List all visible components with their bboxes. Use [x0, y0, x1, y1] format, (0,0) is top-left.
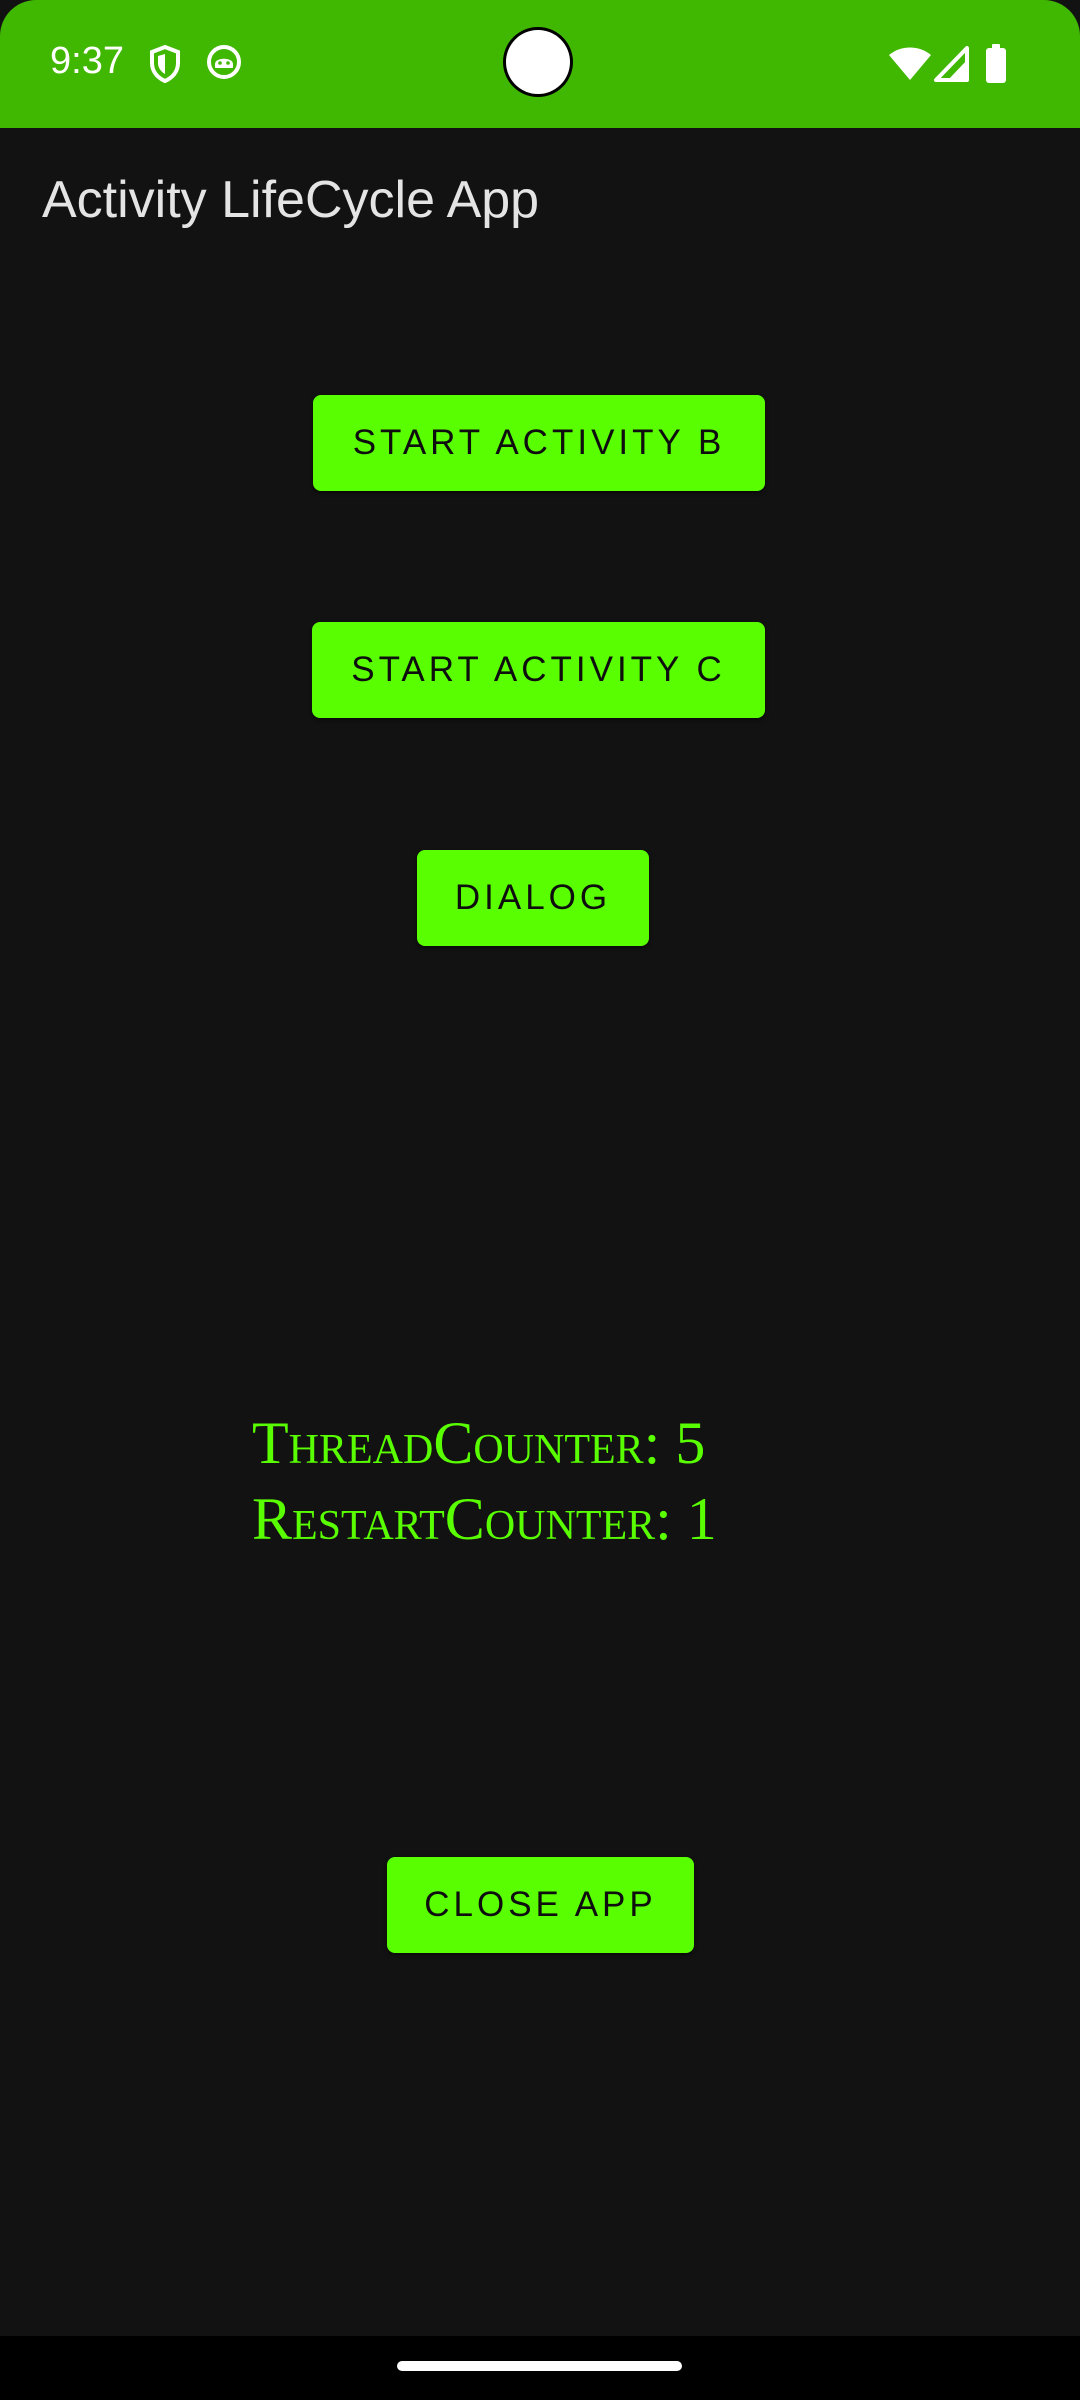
close-app-button[interactable]: CLOSE APP	[387, 1857, 694, 1953]
start-activity-b-button[interactable]: START ACTIVITY B	[313, 395, 765, 491]
battery-icon	[984, 44, 1008, 89]
android-face-icon	[206, 44, 242, 85]
status-bar: 9:37	[0, 0, 1080, 128]
thread-counter-text: ThreadCounter: 5	[252, 1410, 706, 1476]
app-screen: 9:37 Activity LifeCycle App START ACTIVI…	[0, 0, 1080, 2400]
cellular-signal-icon	[934, 46, 970, 87]
camera-cutout	[506, 30, 570, 94]
wifi-icon	[888, 46, 932, 87]
status-time: 9:37	[50, 40, 124, 82]
shield-icon	[148, 44, 182, 89]
start-activity-c-button[interactable]: START ACTIVITY C	[312, 622, 765, 718]
restart-counter-text: RestartCounter: 1	[252, 1486, 717, 1552]
home-indicator[interactable]	[397, 2361, 682, 2371]
dialog-button[interactable]: DIALOG	[417, 850, 649, 946]
counters-display: ThreadCounter: 5 RestartCounter: 1	[252, 1405, 717, 1557]
app-title: Activity LifeCycle App	[42, 171, 540, 229]
